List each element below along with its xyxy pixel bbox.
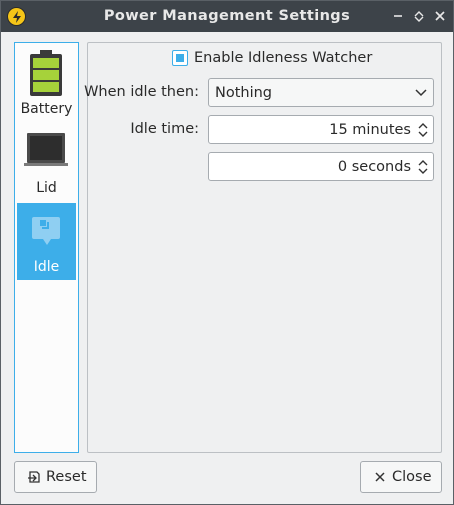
idle-icon [32,217,60,245]
reset-icon [28,471,40,483]
when-idle-value: Nothing [215,85,273,101]
spin-up-down-icon[interactable] [417,158,429,176]
battery-icon [30,50,62,96]
spin-up-down-icon[interactable] [417,121,429,139]
sidebar-item-label: Idle [33,259,60,275]
when-idle-select[interactable]: Nothing [208,78,434,107]
close-label: Close [392,469,432,485]
idle-seconds-spinbox[interactable]: 0 seconds [208,152,434,181]
power-management-window: Power Management Settings Battery Lid Id… [0,0,454,505]
idle-minutes-value: 15 minutes [329,122,411,138]
enable-idleness-checkbox[interactable] [172,50,188,66]
chevron-down-icon [415,89,427,97]
close-icon [375,472,385,482]
close-button[interactable]: Close [360,461,442,493]
sidebar-item-label: Battery [20,101,73,117]
maximize-icon[interactable] [411,8,427,24]
laptop-lid-icon [24,133,68,166]
window-title: Power Management Settings [103,8,351,24]
idle-time-label: Idle time: [130,121,199,137]
sidebar-item-lid[interactable]: Lid [17,124,76,201]
titlebar[interactable]: Power Management Settings [1,1,453,32]
sidebar-item-battery[interactable]: Battery [17,45,76,122]
minimize-icon[interactable] [390,8,406,24]
idle-seconds-value: 0 seconds [337,159,411,175]
when-idle-label: When idle then: [84,84,199,100]
reset-button[interactable]: Reset [14,461,97,493]
close-icon[interactable] [432,8,448,24]
reset-label: Reset [46,469,87,485]
settings-sidebar: Battery Lid Idle [14,42,79,453]
sidebar-item-idle[interactable]: Idle [17,203,76,280]
enable-idleness-label: Enable Idleness Watcher [194,50,373,66]
sidebar-item-label: Lid [36,180,57,196]
idle-minutes-spinbox[interactable]: 15 minutes [208,115,434,144]
idle-settings-panel: Enable Idleness Watcher When idle then: … [84,42,442,453]
